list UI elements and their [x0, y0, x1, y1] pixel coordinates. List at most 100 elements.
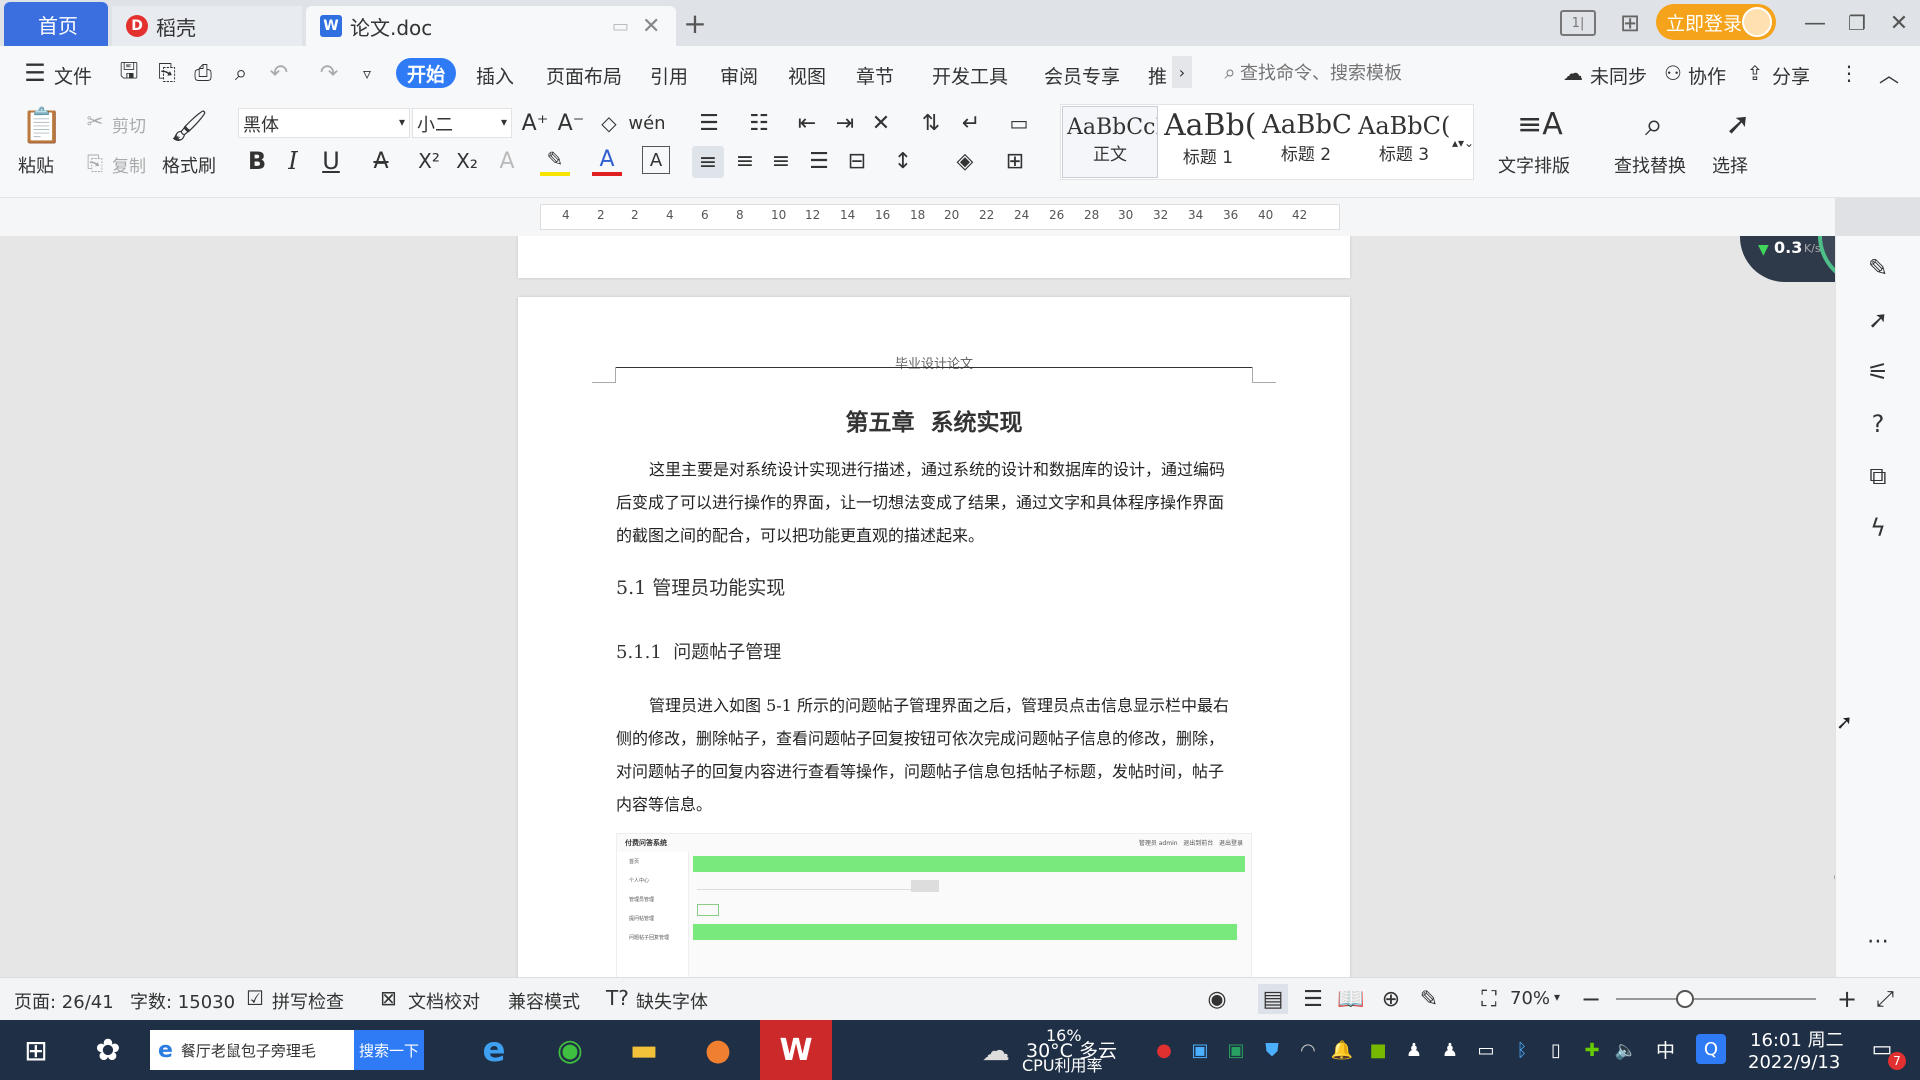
zoom-level[interactable]: 70%: [1510, 988, 1550, 1009]
close-window-icon[interactable]: ✕: [1884, 8, 1914, 38]
outline-view-icon[interactable]: ☰: [1298, 984, 1328, 1014]
collapse-ribbon-icon[interactable]: ︿: [1876, 60, 1902, 87]
volume-icon[interactable]: 🔈: [1614, 1036, 1638, 1064]
wifi-icon[interactable]: ◠: [1296, 1036, 1320, 1064]
missing-font-button[interactable]: 缺失字体: [636, 988, 708, 1014]
tray-app-icon[interactable]: ▣: [1224, 1036, 1248, 1064]
cut-button[interactable]: 剪切: [112, 112, 146, 137]
share-icon[interactable]: ⇪: [1742, 60, 1768, 86]
char-border-icon[interactable]: A: [642, 146, 670, 174]
document-page[interactable]: 毕业设计论文 第五章 系统实现 这里主要是对系统设计实现进行描述，通过系统的设计…: [518, 297, 1350, 977]
select-cursor-icon[interactable]: ➚: [1718, 104, 1758, 144]
doc-proof-icon[interactable]: ⊠: [380, 986, 397, 1010]
zoom-out-icon[interactable]: −: [1576, 984, 1606, 1014]
shading-icon[interactable]: ◈: [950, 146, 980, 176]
monitor-icon[interactable]: ▭: [612, 16, 629, 37]
menu-scroll-right-icon[interactable]: ›: [1172, 56, 1192, 88]
qq-browser-icon[interactable]: Q: [1696, 1034, 1726, 1064]
superscript-icon[interactable]: X²: [414, 146, 444, 176]
cloud-sync-icon[interactable]: ☁: [1560, 60, 1586, 86]
increase-indent-icon[interactable]: ⇥: [830, 108, 860, 138]
browser-360-icon[interactable]: ◉: [550, 1030, 590, 1070]
numbered-list-icon[interactable]: ☷: [744, 108, 774, 138]
chinese-layout-icon[interactable]: ✕: [866, 108, 896, 138]
menu-more[interactable]: 推: [1148, 62, 1167, 89]
internet-explorer-icon[interactable]: e: [474, 1030, 514, 1070]
style-heading-2[interactable]: AaBbC 标题 2: [1258, 106, 1354, 178]
copy-icon[interactable]: ⎘: [82, 150, 108, 176]
text-direction-icon[interactable]: ↵: [956, 108, 986, 138]
text-layout-button[interactable]: 文字排版: [1498, 152, 1570, 178]
style-heading-3[interactable]: AaBbC( 标题 3: [1356, 106, 1452, 178]
font-name-select[interactable]: 黑体 ▾: [238, 108, 410, 138]
apps-grid-icon[interactable]: ⊞: [1615, 8, 1645, 38]
horizontal-ruler[interactable]: 4 2 2 4 6 8 10 12 14 16 18 20 22 24 26 28 30 32 34 36 40 42: [540, 204, 1340, 230]
usb-icon[interactable]: ▯: [1544, 1036, 1568, 1064]
redo-icon[interactable]: ↷: [316, 60, 342, 86]
share-button[interactable]: 分享: [1772, 62, 1810, 89]
font-color-icon[interactable]: A: [592, 146, 622, 176]
print-preview-icon[interactable]: ⌕: [228, 60, 254, 86]
doc-proof-button[interactable]: 文档校对: [408, 988, 480, 1014]
bullet-list-icon[interactable]: ☰: [694, 108, 724, 138]
find-replace-icon[interactable]: ⌕: [1634, 104, 1674, 144]
media-player-icon[interactable]: ●: [698, 1030, 738, 1070]
word-count[interactable]: 字数: 15030: [130, 988, 235, 1014]
collab-icon[interactable]: ⚇: [1660, 60, 1686, 86]
strikethrough-icon[interactable]: A: [366, 146, 396, 176]
sort-icon[interactable]: ⇅: [916, 108, 946, 138]
sync-status[interactable]: 未同步: [1590, 62, 1647, 89]
shrink-font-icon[interactable]: A⁻: [556, 108, 586, 138]
tab-daoke[interactable]: D 稻壳: [112, 6, 302, 46]
battery-icon[interactable]: ▭: [1474, 1036, 1498, 1064]
menu-review[interactable]: 审阅: [720, 62, 758, 89]
new-tab-icon[interactable]: +: [680, 7, 710, 40]
tab-document[interactable]: W 论文.doc ▭ ✕: [306, 6, 676, 46]
borders-icon[interactable]: ⊞: [1000, 146, 1030, 176]
menu-member[interactable]: 会员专享: [1044, 62, 1120, 89]
command-search-input[interactable]: [1240, 58, 1480, 88]
write-mode-icon[interactable]: ✎: [1414, 984, 1444, 1014]
more-options-icon[interactable]: ⋮: [1836, 60, 1862, 86]
fullscreen-icon[interactable]: ⤢: [1870, 984, 1900, 1014]
tray-app-icon[interactable]: ✚: [1580, 1036, 1604, 1064]
quick-access-dropdown-icon[interactable]: ▿: [354, 60, 380, 86]
grow-font-icon[interactable]: A⁺: [520, 108, 550, 138]
line-spacing-icon[interactable]: ↕: [888, 146, 918, 176]
menu-reference[interactable]: 引用: [650, 62, 688, 89]
pointer-icon[interactable]: ➚: [1858, 300, 1898, 340]
zoom-in-icon[interactable]: +: [1832, 984, 1862, 1014]
read-mode-icon[interactable]: 📖: [1336, 984, 1366, 1014]
ime-indicator[interactable]: 中: [1656, 1036, 1675, 1063]
style-heading-1[interactable]: AaBb( 标题 1: [1160, 106, 1256, 178]
nvidia-icon[interactable]: ■: [1366, 1036, 1390, 1064]
eye-protection-icon[interactable]: ◉: [1202, 984, 1232, 1014]
clock-time[interactable]: 16:01 周二: [1750, 1026, 1844, 1052]
sidebar-more-icon[interactable]: ⋯: [1858, 926, 1898, 956]
document-canvas[interactable]: 毕业设计论文 第五章 系统实现 这里主要是对系统设计实现进行描述，通过系统的设计…: [0, 236, 1835, 977]
spell-check-button[interactable]: 拼写检查: [272, 988, 344, 1014]
export-icon[interactable]: ⎘: [154, 60, 180, 86]
wps-taskbar-icon[interactable]: W: [760, 1020, 832, 1080]
antivirus-icon[interactable]: ●: [1152, 1036, 1176, 1064]
paste-icon[interactable]: 📋: [21, 104, 63, 148]
print-icon[interactable]: ⎙: [190, 60, 216, 86]
tray-app-icon[interactable]: ▣: [1188, 1036, 1212, 1064]
spell-check-icon[interactable]: ☑: [246, 986, 264, 1010]
menu-file[interactable]: 文件: [54, 62, 92, 89]
clear-format-icon[interactable]: ◇: [594, 108, 624, 138]
align-left-icon[interactable]: ≡: [692, 146, 724, 178]
menu-devtools[interactable]: 开发工具: [932, 62, 1008, 89]
text-layout-icon[interactable]: ≡A: [1517, 104, 1563, 144]
app-launcher-icon[interactable]: ✿: [88, 1030, 128, 1070]
menu-start[interactable]: 开始: [396, 58, 456, 88]
web-view-icon[interactable]: ⊕: [1376, 984, 1406, 1014]
cut-icon[interactable]: ✂: [82, 108, 108, 134]
align-center-icon[interactable]: ≡: [730, 146, 760, 176]
menu-page-layout[interactable]: 页面布局: [546, 62, 622, 89]
help-icon[interactable]: ?: [1858, 404, 1898, 444]
undo-icon[interactable]: ↶: [266, 60, 292, 86]
zoom-slider[interactable]: [1616, 990, 1816, 1008]
qq-icon[interactable]: ♟: [1438, 1036, 1462, 1064]
zoom-slider-handle[interactable]: [1676, 990, 1694, 1008]
